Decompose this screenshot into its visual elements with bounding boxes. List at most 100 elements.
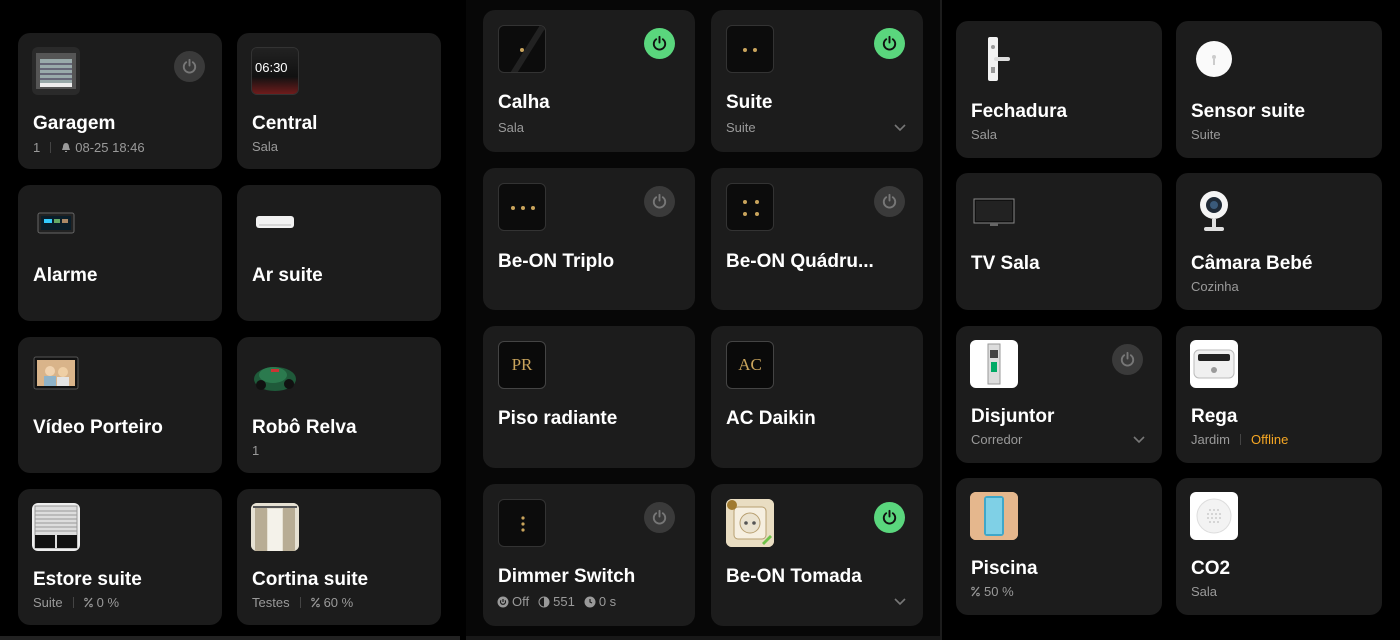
device-status: Testes 60 % [252,595,353,610]
curtain-thumb [251,503,299,551]
device-card-calha[interactable]: Calha Sala [483,10,695,152]
power-button[interactable] [644,502,675,533]
timestamp: 08-25 18:46 [75,140,145,155]
device-title: Disjuntor [971,406,1055,427]
chevron-down-icon[interactable] [1132,432,1146,446]
power-button[interactable] [874,28,905,59]
central-thumb: 06:30 [251,47,299,95]
power-icon [652,509,667,525]
level-value: 0 % [96,595,120,610]
device-room: Suite [33,595,63,610]
switch-3-gang-thumb [498,183,546,231]
level-value: 60 % [323,595,354,610]
alarm-thumb [32,199,80,247]
switch-2-gang-thumb [726,25,774,73]
device-title: Rega [1191,406,1238,427]
power-button[interactable] [874,186,905,217]
device-room: Corredor [971,432,1023,447]
device-card-co2[interactable]: CO2 Sala [1176,478,1382,615]
device-room: Sala [498,120,525,135]
percent-icon [83,597,93,608]
switch-1-gang-thumb [498,25,546,73]
device-room: Sala [1191,584,1218,599]
device-card-estore-suite[interactable]: Estore suite Suite 0 % [18,489,222,625]
screen-time: 06:30 [255,60,288,75]
power-icon [882,193,897,209]
device-card-dimmer-switch[interactable]: Dimmer Switch Off 551 0 s [483,484,695,626]
device-card-central[interactable]: 06:30 Central Sala [237,33,441,169]
irrigation-thumb [1190,340,1238,388]
device-room: Suite [1191,127,1221,142]
device-card-rega[interactable]: Rega Jardim Offline [1176,326,1382,463]
device-card-be-on-tomada[interactable]: Be-ON Tomada [711,484,923,626]
power-icon [182,58,197,74]
device-count: 1 [252,443,260,458]
count-value: 1 [33,140,41,155]
power-icon [652,193,667,209]
device-room: Cozinha [1191,279,1239,294]
timer-value: 0 s [598,594,617,609]
device-card-be-on-triplo[interactable]: Be-ON Triplo [483,168,695,310]
device-card-disjuntor[interactable]: Disjuntor Corredor [956,326,1162,463]
door-lock-thumb [970,35,1018,83]
device-status: 1 08-25 18:46 [33,140,145,155]
state-value: Off [512,594,530,609]
device-status: Jardim Offline [1191,432,1288,447]
device-card-cortina-suite[interactable]: Cortina suite Testes 60 % [237,489,441,625]
device-title: Cortina suite [252,569,369,590]
power-button[interactable] [874,502,905,533]
chevron-down-icon[interactable] [893,120,907,134]
device-title: Câmara Bebé [1191,253,1313,274]
device-title: Robô Relva [252,417,357,438]
brightness-value: 551 [553,594,575,609]
device-title: Fechadura [971,101,1068,122]
device-card-alarme[interactable]: Alarme [18,185,222,321]
power-button[interactable] [1112,344,1143,375]
power-icon [882,35,897,51]
device-title: Sensor suite [1191,101,1306,122]
device-title: Piso radiante [498,408,618,429]
camera-thumb [1190,187,1238,235]
device-card-camara-bebe[interactable]: Câmara Bebé Cozinha [1176,173,1382,310]
socket-thumb [726,499,774,547]
device-card-suite[interactable]: Suite Suite [711,10,923,152]
device-title: TV Sala [971,253,1040,274]
device-title: Central [252,113,318,134]
device-card-piscina[interactable]: Piscina 50 % [956,478,1162,615]
device-card-fechadura[interactable]: Fechadura Sala [956,21,1162,158]
device-card-tv-sala[interactable]: TV Sala [956,173,1162,310]
device-title: Garagem [33,113,116,134]
device-title: Calha [498,92,550,113]
device-card-ac-daikin[interactable]: AC AC Daikin [711,326,923,468]
bell-icon [62,143,71,152]
device-card-piso-radiante[interactable]: PR Piso radiante [483,326,695,468]
percent-icon [310,597,320,608]
device-room: Testes [252,595,290,610]
power-button[interactable] [174,51,205,82]
video-intercom-thumb [32,351,80,399]
thumb-label: AC [738,355,762,374]
co2-sensor-thumb [1190,492,1238,540]
device-card-be-on-quadruplo[interactable]: Be-ON Quádru... [711,168,923,310]
tv-thumb [970,187,1018,235]
power-button[interactable] [644,186,675,217]
timer-icon [584,596,596,607]
device-card-garagem[interactable]: Garagem 1 08-25 18:46 [18,33,222,169]
chevron-down-icon[interactable] [893,594,907,608]
device-room: Sala [252,139,279,154]
breaker-thumb [970,340,1018,388]
device-card-video-porteiro[interactable]: Vídeo Porteiro [18,337,222,473]
device-card-sensor-suite[interactable]: Sensor suite Suite [1176,21,1382,158]
power-small-icon [497,596,509,607]
pool-thumb [970,492,1018,540]
device-card-robo-relva[interactable]: Robô Relva 1 [237,337,441,473]
thermostat-thumb: AC [726,341,774,389]
power-button[interactable] [644,28,675,59]
device-title: Alarme [33,265,98,286]
device-status: Suite 0 % [33,595,119,610]
device-title: Be-ON Quádru... [726,251,874,272]
device-card-ar-suite[interactable]: Ar suite [237,185,441,321]
device-title: CO2 [1191,558,1231,579]
device-title: AC Daikin [726,408,816,429]
device-title: Be-ON Tomada [726,566,862,587]
